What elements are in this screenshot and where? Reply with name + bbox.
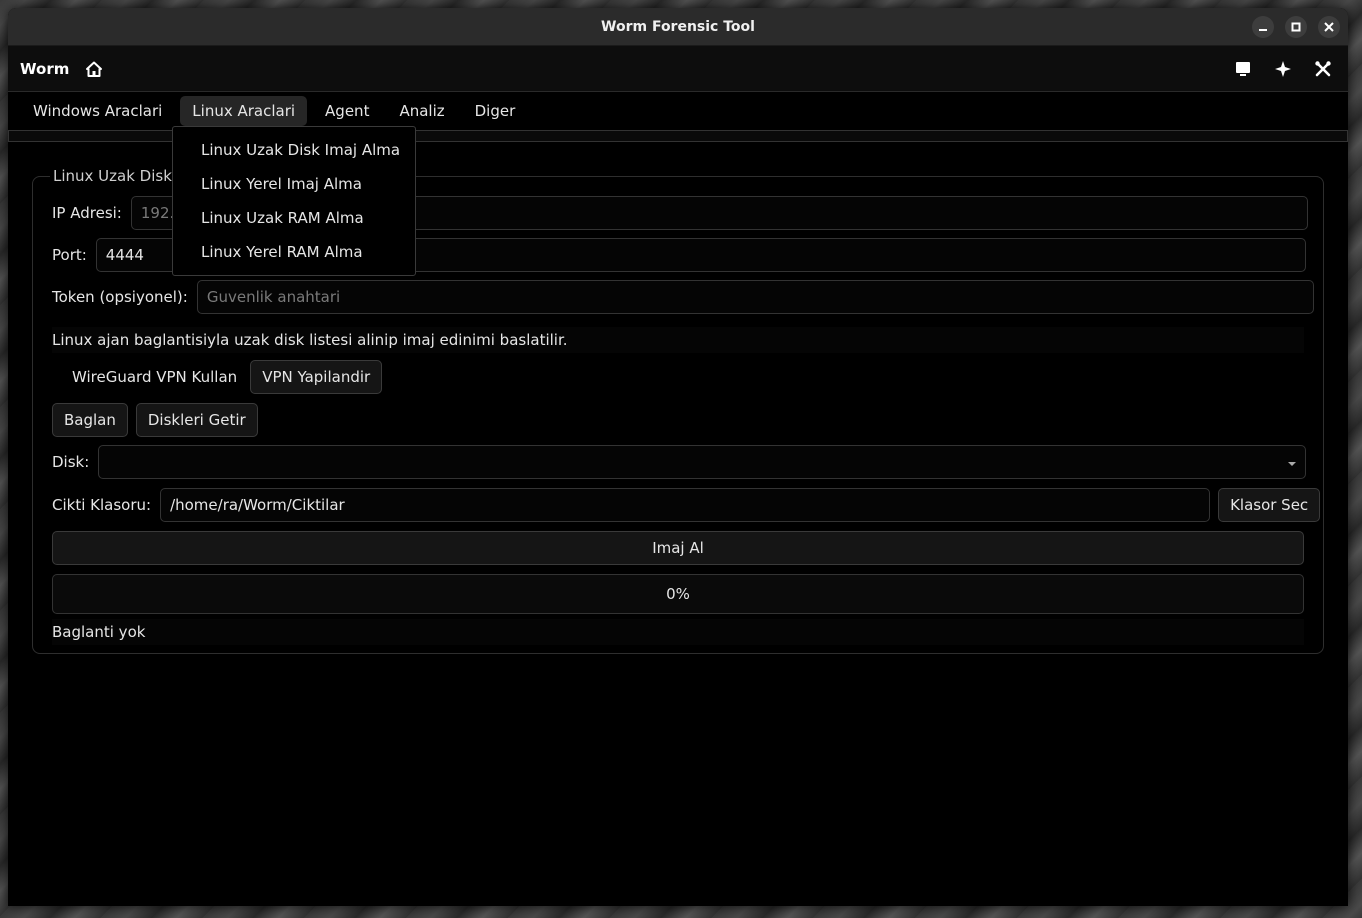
- menu-diger[interactable]: Diger: [463, 96, 528, 126]
- home-icon[interactable]: [85, 60, 103, 78]
- take-image-label: Imaj Al: [652, 539, 704, 557]
- vpn-config-label: VPN Yapilandir: [262, 368, 371, 386]
- disk-row: Disk:: [52, 445, 1307, 479]
- status-strip: Baglanti yok: [52, 619, 1304, 645]
- info-strip: Linux ajan baglantisiyla uzak disk liste…: [52, 327, 1304, 353]
- token-label: Token (opsiyonel):: [52, 288, 188, 306]
- choose-folder-button[interactable]: Klasor Sec: [1218, 488, 1321, 522]
- connect-label: Baglan: [64, 411, 116, 429]
- dropdown-item-uzak-disk[interactable]: Linux Uzak Disk Imaj Alma: [173, 133, 415, 167]
- app-name: Worm: [20, 59, 70, 78]
- connect-button[interactable]: Baglan: [52, 403, 128, 437]
- status-text: Baglanti yok: [52, 623, 146, 641]
- output-input[interactable]: /home/ra/Worm/Ciktilar: [160, 488, 1211, 522]
- take-image-button[interactable]: Imaj Al: [52, 531, 1304, 565]
- dropdown-item-yerel-ram[interactable]: Linux Yerel RAM Alma: [173, 235, 415, 269]
- info-text: Linux ajan baglantisiyla uzak disk liste…: [52, 331, 568, 349]
- minimize-icon[interactable]: [1252, 16, 1274, 38]
- output-label: Cikti Klasoru:: [52, 496, 152, 514]
- window-controls: [1252, 16, 1340, 38]
- disk-select[interactable]: [98, 445, 1307, 479]
- dropdown-item-uzak-ram[interactable]: Linux Uzak RAM Alma: [173, 201, 415, 235]
- vpn-config-button[interactable]: VPN Yapilandir: [250, 360, 383, 394]
- disk-label: Disk:: [52, 453, 90, 471]
- menu-linux-araclari[interactable]: Linux Araclari: [180, 96, 308, 126]
- maximize-icon[interactable]: [1285, 16, 1307, 38]
- linux-tools-dropdown: Linux Uzak Disk Imaj Alma Linux Yerel Im…: [172, 126, 416, 276]
- title-bar[interactable]: Worm Forensic Tool: [8, 8, 1348, 46]
- menu-agent[interactable]: Agent: [313, 96, 381, 126]
- port-label: Port:: [52, 246, 87, 264]
- output-row: Cikti Klasoru: /home/ra/Worm/Ciktilar Kl…: [52, 488, 1321, 522]
- choose-folder-label: Klasor Sec: [1230, 496, 1309, 514]
- ip-label: IP Adresi:: [52, 204, 122, 222]
- chevron-down-icon: [1288, 453, 1297, 471]
- sparkle-icon[interactable]: [1272, 58, 1294, 80]
- monitor-icon[interactable]: [1232, 58, 1254, 80]
- get-disks-button[interactable]: Diskleri Getir: [135, 403, 258, 437]
- window-title: Worm Forensic Tool: [601, 18, 755, 35]
- close-icon[interactable]: [1318, 16, 1340, 38]
- wireguard-checkbox[interactable]: WireGuard VPN Kullan: [52, 360, 246, 394]
- progress-bar: 0%: [52, 574, 1304, 614]
- get-disks-label: Diskleri Getir: [147, 411, 246, 429]
- connect-row: Baglan Diskleri Getir: [52, 403, 258, 437]
- token-placeholder: Guvenlik anahtari: [206, 288, 341, 306]
- port-value: 4444: [105, 246, 144, 264]
- app-window: Worm Forensic Tool Worm Windows Araclari…: [8, 8, 1348, 906]
- progress-text: 0%: [666, 585, 690, 603]
- vpn-row: WireGuard VPN Kullan VPN Yapilandir: [52, 360, 383, 394]
- token-input[interactable]: Guvenlik anahtari: [196, 280, 1314, 314]
- dropdown-item-yerel-imaj[interactable]: Linux Yerel Imaj Alma: [173, 167, 415, 201]
- output-value: /home/ra/Worm/Ciktilar: [170, 496, 345, 514]
- token-row: Token (opsiyonel): Guvenlik anahtari: [52, 280, 1314, 314]
- app-header: Worm: [8, 46, 1348, 92]
- menu-analiz[interactable]: Analiz: [387, 96, 456, 126]
- menu-bar: Windows Araclari Linux Araclari Agent An…: [8, 92, 1348, 130]
- menu-windows-araclari[interactable]: Windows Araclari: [21, 96, 174, 126]
- header-actions: [1232, 58, 1334, 80]
- tools-icon[interactable]: [1312, 58, 1334, 80]
- wireguard-label: WireGuard VPN Kullan: [72, 368, 238, 386]
